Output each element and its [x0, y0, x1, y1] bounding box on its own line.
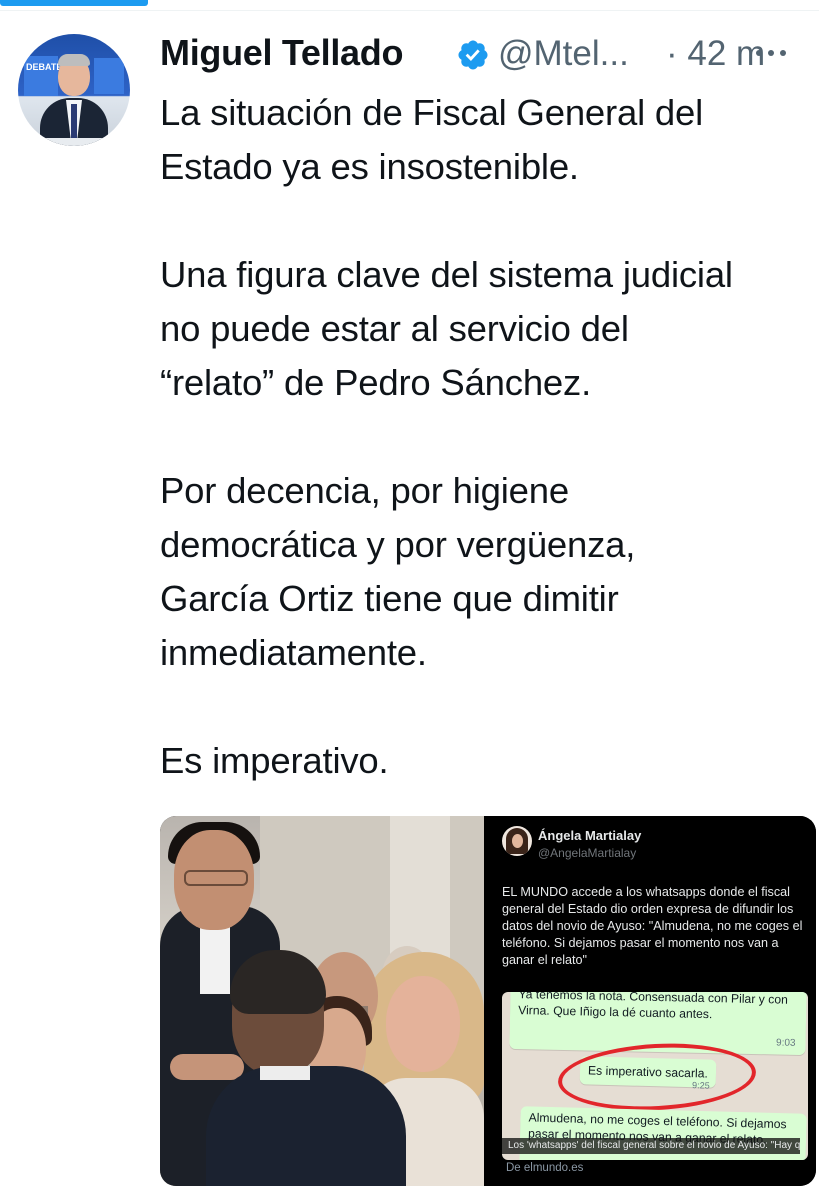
embedded-tweet-screenshot[interactable]: Ángela Martialay @AngelaMartialay EL MUN…	[492, 816, 816, 1186]
more-options-icon[interactable]	[756, 50, 792, 60]
embedded-author-name: Ángela Martialay	[538, 828, 642, 843]
link-card-caption[interactable]: Los 'whatsapps' del fiscal general sobre…	[502, 1138, 800, 1154]
chat-message-text: Ya tenemos la nota. Consensuada con Pila…	[518, 992, 789, 1021]
author-avatar[interactable]: DEBATE	[18, 34, 130, 146]
verified-badge-icon	[458, 40, 488, 70]
tweet-timestamp[interactable]: · 42 m	[666, 34, 765, 74]
author-name[interactable]: Miguel Tellado	[160, 32, 403, 74]
whatsapp-chat-image: Ya tenemos la nota. Consensuada con Pila…	[502, 992, 808, 1160]
divider	[0, 10, 819, 11]
tweet-text: La situación de Fiscal General del Estad…	[160, 92, 733, 781]
active-tab-indicator	[0, 0, 148, 6]
photo-people-ceremony[interactable]	[160, 816, 484, 1186]
embedded-tweet-text: EL MUNDO accede a los whatsapps donde el…	[502, 885, 803, 967]
chat-message-time: 9:03	[775, 1036, 796, 1049]
tweet-header: Miguel Tellado @Mtel... · 42 m	[160, 30, 800, 80]
tweet-media[interactable]: Ángela Martialay @AngelaMartialay EL MUN…	[160, 816, 816, 1186]
author-handle[interactable]: @Mtel...	[498, 34, 629, 74]
embedded-author-avatar	[502, 826, 532, 856]
embedded-author-handle: @AngelaMartialay	[538, 846, 637, 860]
link-card-source[interactable]: De elmundo.es	[506, 1162, 583, 1174]
avatar-background-text: DEBATE	[26, 62, 63, 72]
